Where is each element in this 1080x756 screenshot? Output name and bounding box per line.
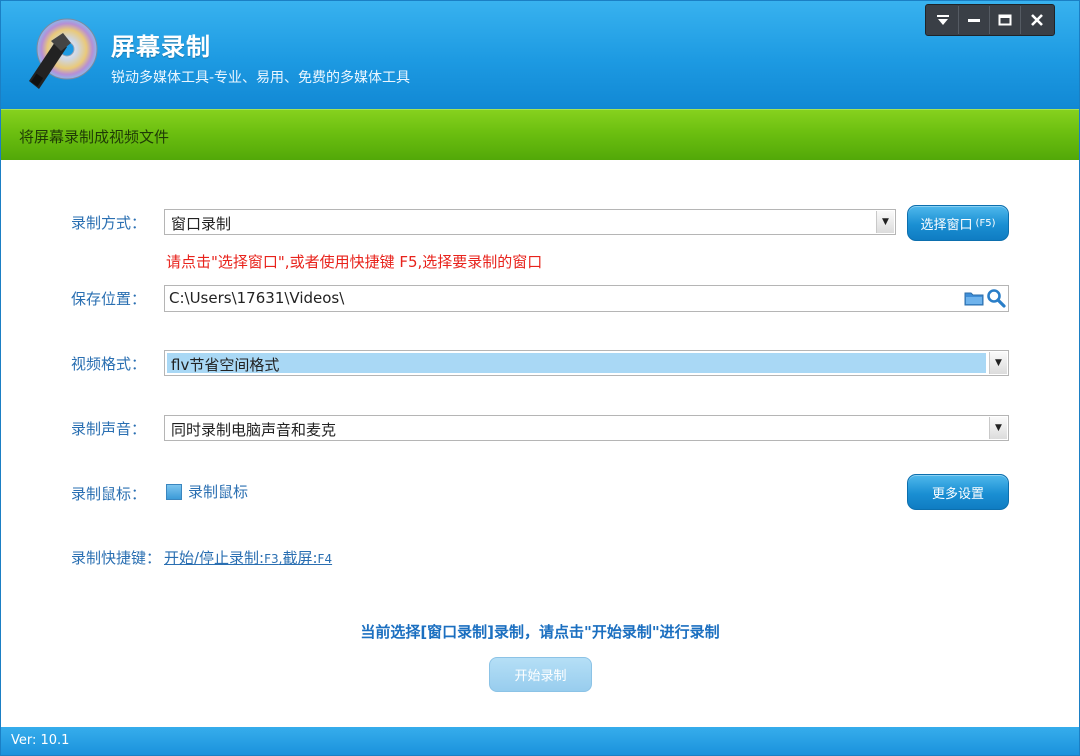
window-controls xyxy=(925,4,1055,36)
minimize-icon xyxy=(968,19,980,22)
video-format-select[interactable]: flv节省空间格式 ▼ xyxy=(164,350,1009,376)
start-recording-button[interactable]: 开始录制 xyxy=(489,657,592,692)
record-mouse-checkbox-label[interactable]: 录制鼠标 xyxy=(188,481,248,502)
maximize-button[interactable] xyxy=(990,6,1021,34)
save-location-label: 保存位置： xyxy=(71,290,147,308)
menu-dropdown-icon xyxy=(937,15,949,25)
app-subtitle: 锐动多媒体工具-专业、易用、免费的多媒体工具 xyxy=(111,70,411,86)
search-icon[interactable] xyxy=(986,288,1006,308)
record-mouse-checkbox[interactable] xyxy=(166,484,182,500)
minimize-button[interactable] xyxy=(959,6,990,34)
hotkeys-label: 录制快捷键： xyxy=(71,549,162,567)
section-banner: 将屏幕录制成视频文件 xyxy=(1,109,1079,160)
app-title: 屏幕录制 xyxy=(111,33,211,61)
select-window-label: 选择窗口 xyxy=(920,217,973,233)
title-bar: 屏幕录制 锐动多媒体工具-专业、易用、免费的多媒体工具 xyxy=(1,1,1079,109)
chevron-down-icon: ▼ xyxy=(989,417,1007,439)
select-window-button[interactable]: 选择窗口 (F5) xyxy=(907,205,1009,241)
hint-message: 请点击"选择窗口",或者使用快捷键 F5,选择要录制的窗口 xyxy=(166,253,543,271)
audio-select[interactable]: 同时录制电脑声音和麦克 ▼ xyxy=(164,415,1009,441)
banner-text: 将屏幕录制成视频文件 xyxy=(19,128,170,146)
folder-icon[interactable] xyxy=(964,288,984,308)
video-format-label: 视频格式： xyxy=(71,355,147,373)
save-location-value: C:\Users\17631\Videos\ xyxy=(169,289,345,307)
save-location-field[interactable]: C:\Users\17631\Videos\ xyxy=(164,285,1009,312)
start-stop-text: 开始/停止录制: xyxy=(164,549,265,567)
mouse-label: 录制鼠标： xyxy=(71,485,147,503)
app-window: 屏幕录制 锐动多媒体工具-专业、易用、免费的多媒体工具 将屏幕录制成视频文件 录… xyxy=(0,0,1080,756)
audio-label: 录制声音： xyxy=(71,420,147,438)
version-text: Ver: 10.1 xyxy=(11,733,70,748)
hotkeys-link[interactable]: 开始/停止录制:F3,截屏:F4 xyxy=(164,547,332,568)
chevron-down-icon: ▼ xyxy=(989,352,1007,374)
close-icon xyxy=(1030,14,1043,26)
chevron-down-icon: ▼ xyxy=(876,211,894,233)
maximize-icon xyxy=(998,14,1012,26)
audio-value: 同时录制电脑声音和麦克 xyxy=(171,421,337,439)
video-format-value: flv节省空间格式 xyxy=(171,356,280,374)
record-mode-label: 录制方式： xyxy=(71,214,147,232)
status-bar: Ver: 10.1 xyxy=(1,727,1079,755)
close-button[interactable] xyxy=(1021,6,1052,34)
start-stop-key: F3 xyxy=(264,552,279,566)
record-mode-value: 窗口录制 xyxy=(171,215,232,233)
more-settings-button[interactable]: 更多设置 xyxy=(907,474,1009,510)
screenshot-text: 截屏: xyxy=(282,549,318,567)
status-message: 当前选择[窗口录制]录制，请点击"开始录制"进行录制 xyxy=(360,623,720,641)
record-mode-select[interactable]: 窗口录制 ▼ xyxy=(164,209,896,235)
app-logo-icon xyxy=(23,17,99,91)
select-window-shortcut: (F5) xyxy=(975,217,996,229)
menu-dropdown-button[interactable] xyxy=(928,6,959,34)
screenshot-key: F4 xyxy=(317,552,333,566)
